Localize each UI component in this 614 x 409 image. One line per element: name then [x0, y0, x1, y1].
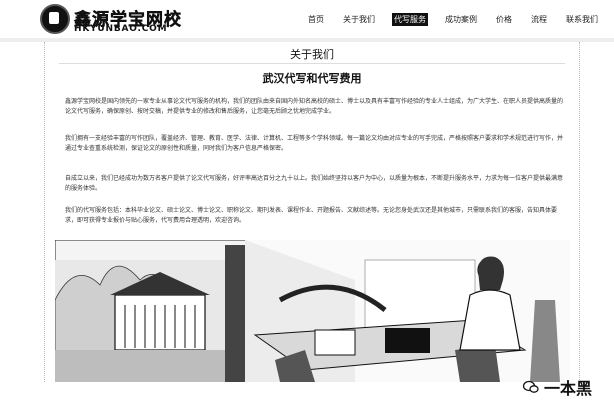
watermark: 一本黑 [522, 375, 592, 399]
watermark-text: 一本黑 [543, 379, 592, 398]
paragraph-intro: 鑫源学宝网校是国内领先的一家专业从事论文代写服务的机构，我们的团队由来自国内外知… [65, 98, 564, 115]
logo-domain: HKYUNBAO.COM [74, 24, 168, 34]
nav-item-home[interactable]: 首页 [306, 13, 326, 26]
chat-bubble-icon [522, 380, 539, 393]
logo-emblem-icon [40, 4, 70, 34]
article-title: 武汉代写和代写费用 [262, 72, 362, 85]
paragraph-team: 我们拥有一支经验丰富的写作团队，覆盖经济、管理、教育、医学、法律、计算机、工程等… [65, 135, 564, 152]
paragraph-services: 我们的代写服务包括：本科毕业论文、硕士论文、博士论文、职称论文、期刊发表、课程作… [65, 207, 558, 224]
nav-item-cases[interactable]: 成功案例 [443, 13, 479, 26]
nav-item-services[interactable]: 代写服务 [392, 13, 428, 26]
nav-item-pricing[interactable]: 价格 [494, 13, 514, 26]
office-illustration [55, 240, 570, 382]
nav-item-about[interactable]: 关于我们 [341, 13, 377, 26]
site-logo[interactable]: 鑫源学宝网校 HKYUNBAO.COM [40, 4, 210, 34]
nav-item-process[interactable]: 流程 [529, 13, 549, 26]
nav-item-contact[interactable]: 联系我们 [564, 13, 600, 26]
page-title: 关于我们 [290, 48, 334, 61]
title-divider [59, 63, 565, 64]
paragraph-history: 自成立以来，我们已经成功为数万名客户提供了论文代写服务，好评率高达百分之九十以上… [65, 175, 564, 192]
site-header: 鑫源学宝网校 HKYUNBAO.COM 首页 关于我们 代写服务 成功案例 价格… [0, 0, 614, 39]
main-nav: 首页 关于我们 代写服务 成功案例 价格 流程 联系我们 [306, 13, 600, 26]
content-panel: 关于我们 武汉代写和代写费用 鑫源学宝网校是国内领先的一家专业从事论文代写服务的… [44, 42, 580, 382]
